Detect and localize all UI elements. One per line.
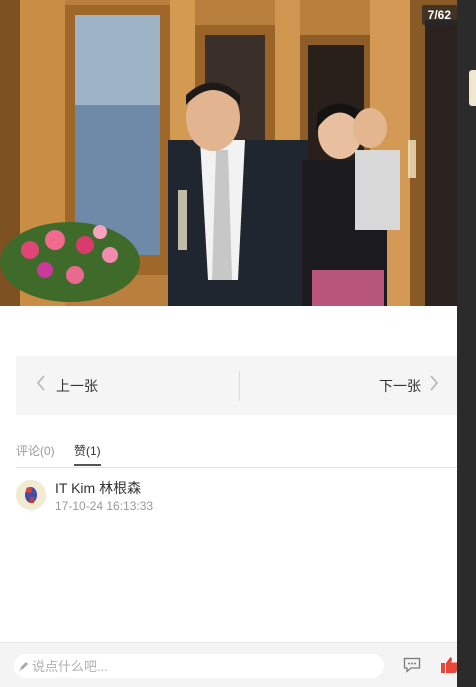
comment-icon[interactable] bbox=[403, 657, 421, 673]
comment-input[interactable] bbox=[32, 654, 372, 678]
photo-counter: 7/62 bbox=[421, 5, 457, 25]
photo-pager: 上一张 下一张 bbox=[16, 356, 457, 415]
side-panel-tab[interactable] bbox=[469, 70, 476, 106]
tab-likes-label: 赞(1) bbox=[74, 444, 101, 458]
photo-viewer-page: 7/62 上一张 下一张 评论(0) 赞(1) IT Kim 林根森 17-10… bbox=[0, 0, 476, 687]
tab-comments[interactable]: 评论(0) bbox=[16, 442, 55, 465]
event-photo: 7/62 bbox=[0, 0, 457, 306]
avatar[interactable] bbox=[16, 480, 46, 510]
like-timestamp: 17-10-24 16:13:33 bbox=[55, 499, 154, 513]
next-photo-label: 下一张 bbox=[379, 377, 421, 394]
list-item: IT Kim 林根森 17-10-24 16:13:33 bbox=[16, 478, 446, 518]
chevron-right-icon bbox=[429, 375, 439, 396]
tab-likes[interactable]: 赞(1) bbox=[74, 442, 101, 466]
active-tab-indicator bbox=[74, 464, 101, 466]
prev-photo-button[interactable]: 上一张 bbox=[36, 356, 98, 415]
pencil-icon bbox=[18, 659, 30, 677]
next-photo-button[interactable]: 下一张 bbox=[379, 356, 439, 415]
feedback-tabs: 评论(0) 赞(1) bbox=[16, 440, 457, 468]
like-user-name[interactable]: IT Kim 林根森 bbox=[55, 478, 141, 498]
pager-divider bbox=[239, 371, 240, 401]
comment-bar bbox=[0, 642, 457, 687]
prev-photo-label: 上一张 bbox=[56, 377, 98, 394]
comment-input-wrapper bbox=[14, 654, 384, 678]
thumbs-up-icon[interactable] bbox=[440, 656, 457, 674]
side-panel-edge[interactable] bbox=[457, 0, 476, 687]
chevron-left-icon bbox=[36, 375, 46, 396]
